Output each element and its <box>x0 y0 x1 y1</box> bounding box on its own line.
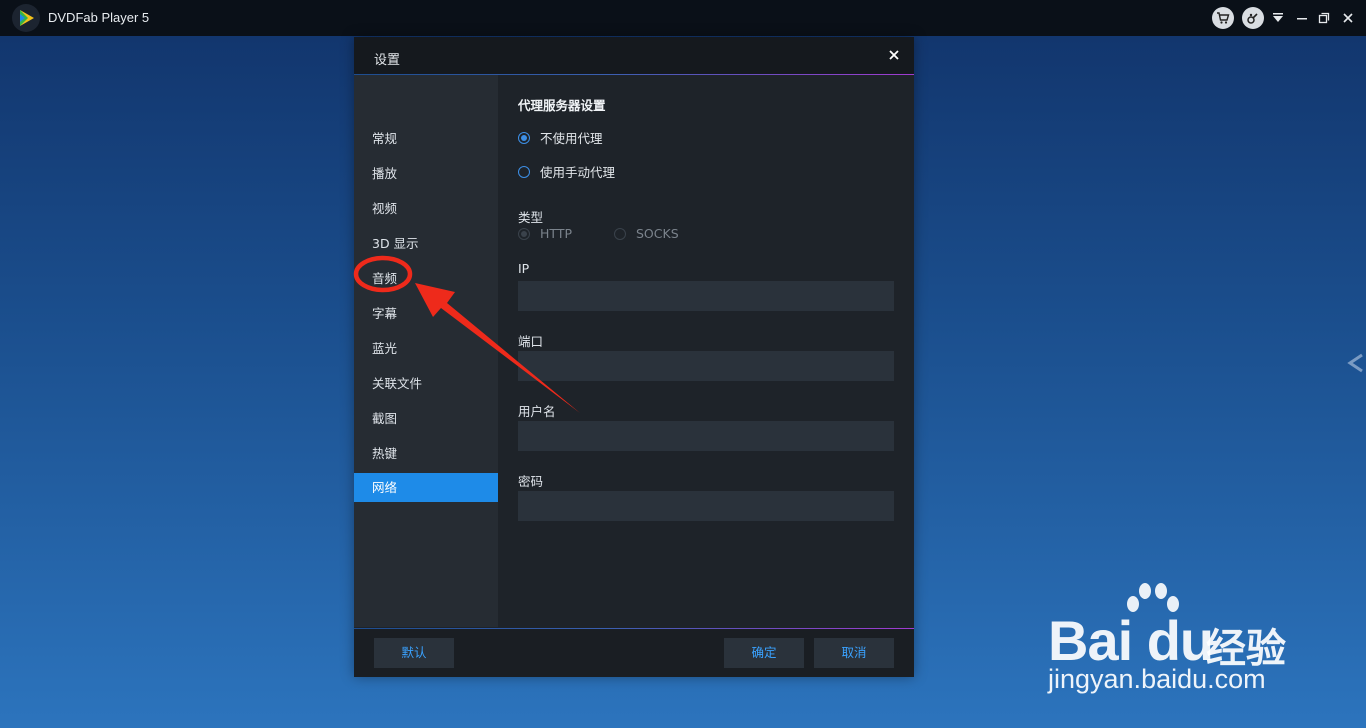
annotation-circle <box>353 255 413 293</box>
annotation-arrow <box>415 283 580 413</box>
watermark-url: jingyan.baidu.com <box>1048 664 1266 694</box>
